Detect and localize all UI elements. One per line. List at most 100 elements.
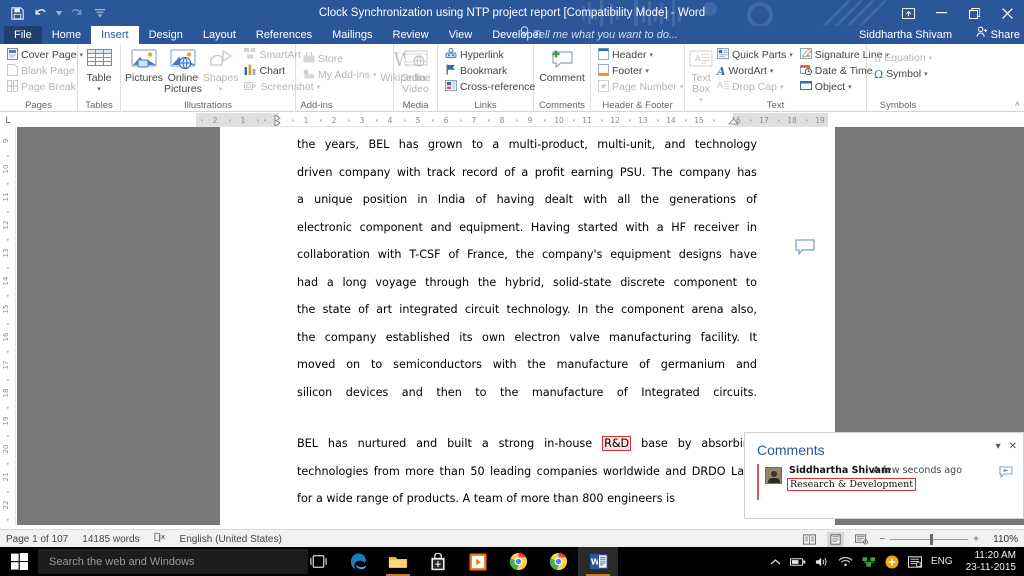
windows-store-icon[interactable] (418, 547, 458, 576)
collapse-ribbon-button[interactable]: ˄ (1015, 99, 1020, 109)
chevron-down-icon[interactable]: ▾ (924, 70, 928, 78)
chevron-down-icon[interactable]: ▾ (770, 67, 774, 75)
paragraph-1[interactable]: the years, BEL has grown to a multi-prod… (297, 131, 757, 406)
online-video-button[interactable]: Online Video (398, 46, 433, 95)
status-bar-right[interactable]: − + 110% (801, 530, 1018, 548)
onedrive-icon[interactable] (885, 555, 899, 569)
window-controls[interactable] (892, 0, 1024, 26)
battery-icon[interactable] (790, 557, 806, 567)
zoom-out-button[interactable]: − (879, 534, 885, 545)
video-player-icon[interactable] (458, 547, 498, 576)
commented-text-highlight[interactable]: R&D (602, 436, 631, 451)
hyperlink-button[interactable]: Hyperlink (442, 47, 538, 63)
chevron-down-icon[interactable]: ▾ (373, 71, 377, 79)
restore-button[interactable] (958, 0, 991, 26)
share-button[interactable]: Share (976, 26, 1020, 44)
minimize-button[interactable] (925, 0, 958, 26)
tab-view[interactable]: View (439, 26, 483, 44)
google-chrome-icon[interactable] (538, 547, 578, 576)
google-chrome-icon[interactable] (498, 547, 538, 576)
undo-dropdown-icon[interactable] (54, 2, 63, 24)
text-box-button[interactable]: A Text Box ▾ (689, 46, 713, 106)
chevron-down-icon[interactable]: ▾ (219, 84, 223, 95)
chevron-down-icon[interactable]: ▾ (780, 83, 784, 91)
network-icon[interactable] (862, 556, 876, 568)
word-count[interactable]: 14185 words (82, 534, 139, 545)
redo-icon[interactable] (65, 2, 87, 24)
system-tray[interactable]: ENG 11:20 AM 23-11-2015 (770, 547, 1024, 576)
bookmark-button[interactable]: Bookmark (442, 63, 538, 79)
chevron-down-icon[interactable]: ▾ (789, 51, 793, 59)
header-button[interactable]: Header ▾ (595, 47, 686, 63)
zoom-in-button[interactable]: + (973, 534, 979, 545)
shapes-button[interactable]: Shapes ▾ (203, 46, 239, 95)
zoom-slider[interactable]: − + (879, 534, 979, 545)
wordart-button[interactable]: A WordArt ▾ (714, 63, 796, 79)
tab-home[interactable]: Home (42, 26, 91, 44)
comment-balloon-icon[interactable] (795, 239, 815, 258)
drop-cap-button[interactable]: A Drop Cap ▾ (714, 79, 796, 95)
wifi-icon[interactable] (838, 556, 853, 567)
comments-pane-menu-icon[interactable]: ▾ (996, 441, 1001, 452)
clock[interactable]: 11:20 AM 23-11-2015 (962, 550, 1016, 574)
paragraph-2[interactable]: BEL has nurtured and built a strong in-h… (297, 430, 757, 513)
symbol-button[interactable]: Ω Symbol ▾ (871, 66, 935, 82)
taskbar-icons[interactable]: W (298, 547, 618, 576)
tab-file[interactable]: File (4, 26, 42, 44)
customize-quick-access-toolbar-icon[interactable] (89, 2, 111, 24)
close-button[interactable] (991, 0, 1024, 26)
horizontal-ruler[interactable]: 21 123 456 789 101112 131415 16171819 (196, 113, 828, 127)
chevron-down-icon[interactable]: ▾ (680, 83, 684, 91)
page-break-button[interactable]: Page Break (4, 79, 86, 95)
table-button[interactable]: Table ▾ (82, 46, 116, 95)
document-page[interactable]: the years, BEL has grown to a multi-prod… (220, 127, 835, 525)
user-account-name[interactable]: Siddhartha Shivam (859, 26, 952, 44)
store-button[interactable]: Store (300, 51, 379, 67)
vertical-ruler[interactable]: 9 10 11 12 13 14 15 16 17 18 19 20 21 22 (0, 127, 16, 525)
zoom-thumb[interactable] (930, 534, 933, 545)
proofing-errors-icon[interactable] (154, 532, 166, 546)
tab-insert[interactable]: Insert (91, 26, 139, 44)
tab-mailings[interactable]: Mailings (322, 26, 382, 44)
page-number-button[interactable]: # Page Number ▾ (595, 79, 686, 95)
quick-parts-button[interactable]: Quick Parts ▾ (714, 47, 796, 63)
footer-button[interactable]: Footer ▾ (595, 63, 686, 79)
online-pictures-button[interactable]: Online Pictures (164, 46, 202, 95)
page-indicator[interactable]: Page 1 of 107 (6, 534, 68, 545)
task-view-icon[interactable] (298, 547, 338, 576)
tell-me-search[interactable]: Tell me what you want to do... (520, 26, 678, 44)
zoom-track[interactable] (890, 539, 968, 540)
quick-access-toolbar[interactable] (6, 0, 111, 26)
file-explorer-icon[interactable] (378, 547, 418, 576)
comments-pane[interactable]: Comments ▾ ✕ Siddhartha Shivam A few sec… (744, 432, 1024, 519)
microsoft-word-icon[interactable]: W (578, 547, 618, 576)
pictures-button[interactable]: Pictures (125, 46, 163, 84)
save-icon[interactable] (6, 2, 28, 24)
blank-page-button[interactable]: Blank Page (4, 63, 86, 79)
chevron-down-icon[interactable]: ▾ (929, 54, 933, 62)
comment-text[interactable]: Research & Development (787, 478, 916, 491)
read-mode-icon[interactable] (801, 532, 818, 547)
web-layout-icon[interactable] (853, 532, 870, 547)
tab-references[interactable]: References (246, 26, 322, 44)
ribbon-display-options-icon[interactable] (892, 0, 925, 26)
reply-to-comment-icon[interactable] (999, 466, 1013, 481)
equation-button[interactable]: π Equation ▾ (871, 50, 935, 66)
chevron-down-icon[interactable]: ▾ (649, 51, 653, 59)
language-indicator[interactable]: ENG (931, 556, 953, 567)
tab-layout[interactable]: Layout (193, 26, 246, 44)
volume-icon[interactable] (815, 556, 829, 568)
chevron-down-icon[interactable]: ▾ (645, 67, 649, 75)
zoom-level[interactable]: 110% (988, 534, 1018, 545)
comments-pane-close-icon[interactable]: ✕ (1009, 441, 1017, 452)
chevron-down-icon[interactable]: ▾ (97, 84, 101, 95)
ribbon-tabs[interactable]: File Home Insert Design Layout Reference… (4, 26, 552, 44)
cover-page-button[interactable]: Cover Page ▾ (4, 47, 86, 63)
microsoft-edge-icon[interactable] (338, 547, 378, 576)
print-layout-icon[interactable] (827, 532, 844, 547)
tab-review[interactable]: Review (383, 26, 439, 44)
windows-start-icon[interactable] (0, 547, 38, 576)
show-hidden-icons-icon[interactable] (770, 558, 781, 566)
tab-stop-selector[interactable]: L (0, 113, 16, 127)
action-center-icon[interactable] (908, 556, 922, 568)
